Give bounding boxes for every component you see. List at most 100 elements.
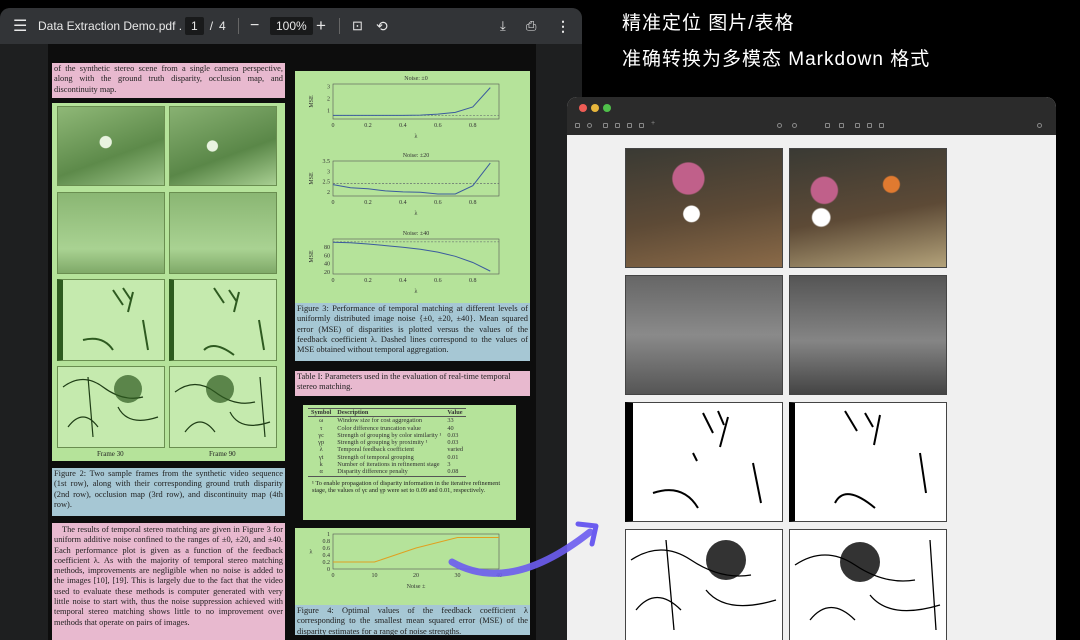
table-cell: Color difference truncation value	[337, 424, 421, 432]
body-paragraph: The results of temporal stereo matching …	[52, 523, 285, 640]
sidebar-icon[interactable]	[575, 123, 580, 128]
y-tick-label: 0	[327, 567, 330, 573]
zoom-out-button[interactable]: −	[250, 8, 259, 44]
y-tick-label: 3.5	[323, 159, 331, 165]
table-cell: Strength of grouping by color similarity…	[337, 431, 442, 439]
table-cell: Strength of temporal grouping	[337, 453, 414, 461]
frame-30-photo	[625, 148, 783, 268]
table-cell: γt	[318, 453, 324, 461]
table-cell: varied	[447, 446, 464, 454]
text-block-intro: of the synthetic stereo scene from a sin…	[52, 63, 285, 98]
menu-icon[interactable]: ☰	[13, 8, 27, 44]
download-icon[interactable]: ⤓	[500, 8, 506, 44]
chart-title: Noise: ±0	[404, 76, 427, 82]
discontinuity-map-30	[625, 529, 783, 640]
rotate-icon[interactable]: ⟲	[376, 8, 388, 44]
discontinuity-map-90	[789, 529, 947, 640]
comment-icon[interactable]	[855, 123, 860, 128]
table-cell: 0.08	[447, 468, 459, 476]
table-header: Value	[444, 407, 467, 418]
y-axis-label: MSE	[309, 95, 315, 108]
table-row: γp Strength of grouping by proximity ¹ 0.0…	[308, 439, 466, 446]
table-cell: Number of iterations in refinement stage	[337, 461, 440, 469]
fit-page-icon[interactable]: ⊡	[352, 8, 363, 44]
x-tick-label: 0.8	[469, 123, 477, 129]
x-tick-label: 0.4	[399, 278, 407, 284]
headline-line-1: 精准定位 图片/表格	[622, 13, 795, 34]
save-icon[interactable]	[615, 123, 620, 128]
x-tick-label: 10	[372, 573, 378, 579]
add-icon[interactable]: +	[651, 120, 656, 127]
zoom-in-button[interactable]: +	[316, 8, 326, 44]
export-icon[interactable]	[879, 123, 884, 128]
table-cell: τ	[319, 424, 323, 432]
parameters-table: Symbol Description Value ω Window size fo…	[308, 407, 467, 477]
table-row: ω Window size for cost aggregation 33	[308, 417, 466, 425]
frame-90-photo	[789, 148, 947, 268]
table-footnote: ¹ To enable propagation of disparity inf…	[312, 479, 501, 495]
table-cell: 0.03	[447, 431, 459, 439]
image-icon[interactable]	[867, 123, 872, 128]
search-icon[interactable]	[587, 123, 592, 128]
link-icon[interactable]	[627, 123, 632, 128]
markdown-app-window: +	[567, 97, 1056, 640]
occlusion-map-90	[169, 279, 277, 361]
divider	[339, 18, 340, 34]
y-tick-label: 2	[327, 190, 330, 196]
figure-3-caption: Figure 3: Performance of temporal matchi…	[295, 303, 530, 361]
print-icon[interactable]: ⎙	[526, 8, 536, 44]
x-tick-label: 0.2	[364, 200, 372, 206]
table-row: λ Temporal feedback coefficient varied	[308, 446, 466, 453]
y-tick-label: 2	[327, 96, 330, 102]
table-caption: Table I: Parameters used in the evaluati…	[295, 371, 530, 396]
table-header: Symbol	[308, 407, 335, 418]
x-tick-label: 0.8	[469, 200, 477, 206]
x-tick-label: 0	[332, 200, 335, 206]
view-icon[interactable]	[792, 123, 797, 128]
y-tick-label: 60	[324, 253, 330, 259]
transition-arrow-icon	[448, 521, 599, 577]
table-row: α Disparity difference penalty 0.08	[308, 468, 467, 477]
disparity-map-90	[169, 192, 277, 274]
table-row: γc Strength of grouping by color similari…	[308, 432, 466, 439]
crop-icon[interactable]	[839, 123, 844, 128]
x-axis-label: λ	[415, 289, 418, 295]
headline-line-2: 准确转换为多模态 Markdown 格式	[622, 49, 931, 70]
x-tick-label: 0	[332, 278, 335, 284]
page-number-input[interactable]: 1	[185, 17, 204, 35]
y-tick-label: 3	[327, 84, 330, 90]
folder-icon[interactable]	[603, 123, 608, 128]
undo-icon[interactable]	[777, 123, 782, 128]
x-tick-label: 0	[332, 123, 335, 129]
x-axis-label: Noise ±	[407, 584, 426, 590]
table-cell: 3	[447, 461, 451, 469]
copy-icon[interactable]	[639, 123, 644, 128]
x-axis-label: λ	[415, 211, 418, 217]
pdf-toolbar: ☰ Data Extraction Demo.pdf . 1 / 4 − 100…	[0, 8, 582, 44]
table-cell: Temporal feedback coefficient	[337, 446, 415, 454]
table-cell: 33	[447, 417, 454, 425]
frame-label: Frame 90	[209, 450, 236, 458]
occlusion-map-30	[57, 279, 165, 361]
discontinuity-map-30	[57, 366, 165, 448]
x-tick-label: 0.8	[469, 278, 477, 284]
table-cell: 40	[447, 424, 454, 432]
y-tick-label: 80	[324, 245, 330, 251]
zoom-level-input[interactable]: 100%	[270, 17, 313, 35]
total-pages: 4	[219, 19, 226, 33]
minimize-button[interactable]	[591, 104, 599, 112]
close-button[interactable]	[579, 104, 587, 112]
x-tick-label: 0.2	[364, 123, 372, 129]
table-cell: γc	[318, 431, 324, 439]
edit-icon[interactable]	[825, 123, 830, 128]
more-options-icon[interactable]: ⋮	[556, 8, 570, 44]
table-cell: k	[319, 461, 323, 469]
y-tick-label: 1	[327, 532, 330, 538]
x-tick-label: 0	[332, 573, 335, 579]
settings-icon[interactable]	[1037, 123, 1042, 128]
maximize-button[interactable]	[603, 104, 611, 112]
series-line	[332, 162, 491, 195]
x-tick-label: 20	[413, 573, 419, 579]
disparity-map-30	[625, 275, 783, 395]
table-cell: α	[319, 468, 323, 476]
